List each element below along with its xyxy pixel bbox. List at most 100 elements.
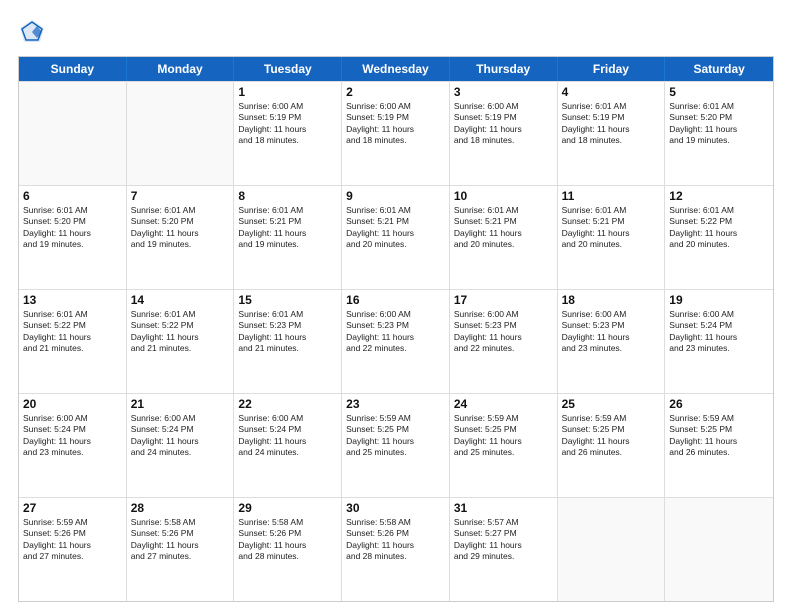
- day-info: Sunrise: 6:00 AM Sunset: 5:23 PM Dayligh…: [562, 309, 661, 355]
- day-info: Sunrise: 6:01 AM Sunset: 5:20 PM Dayligh…: [669, 101, 769, 147]
- day-number: 25: [562, 397, 661, 411]
- day-info: Sunrise: 6:01 AM Sunset: 5:22 PM Dayligh…: [131, 309, 230, 355]
- day-number: 29: [238, 501, 337, 515]
- calendar-cell: 18Sunrise: 6:00 AM Sunset: 5:23 PM Dayli…: [558, 290, 666, 393]
- day-number: 19: [669, 293, 769, 307]
- calendar-cell: 19 Sunrise: 6:00 AM Sunset: 5:24 PM Dayli…: [665, 290, 773, 393]
- weekday-header: Saturday: [665, 57, 773, 81]
- calendar-cell: 26 Sunrise: 5:59 AM Sunset: 5:25 PM Dayli…: [665, 394, 773, 497]
- calendar-cell: 31Sunrise: 5:57 AM Sunset: 5:27 PM Dayli…: [450, 498, 558, 601]
- day-number: 28: [131, 501, 230, 515]
- day-number: 15: [238, 293, 337, 307]
- calendar-cell: 5 Sunrise: 6:01 AM Sunset: 5:20 PM Daylig…: [665, 82, 773, 185]
- calendar-cell: 12Sunrise: 6:01 AM Sunset: 5:22 PM Dayli…: [665, 186, 773, 289]
- day-info: Sunrise: 6:01 AM Sunset: 5:22 PM Dayligh…: [23, 309, 122, 355]
- calendar-cell: 21 Sunrise: 6:00 AM Sunset: 5:24 PM Dayli…: [127, 394, 235, 497]
- logo-icon: [18, 18, 46, 46]
- calendar-cell: 4Sunrise: 6:01 AM Sunset: 5:19 PM Daylig…: [558, 82, 666, 185]
- calendar-cell: 17Sunrise: 6:00 AM Sunset: 5:23 PM Dayli…: [450, 290, 558, 393]
- day-info: Sunrise: 6:01 AM Sunset: 5:21 PM Dayligh…: [238, 205, 337, 251]
- calendar-cell: 7 Sunrise: 6:01 AM Sunset: 5:20 PM Daylig…: [127, 186, 235, 289]
- day-number: 22: [238, 397, 337, 411]
- weekday-header: Thursday: [450, 57, 558, 81]
- weekday-header: Monday: [127, 57, 235, 81]
- day-number: 31: [454, 501, 553, 515]
- day-number: 8: [238, 189, 337, 203]
- calendar-week: 1 Sunrise: 6:00 AM Sunset: 5:19 PM Daylig…: [19, 81, 773, 185]
- day-number: 6: [23, 189, 122, 203]
- day-info: Sunrise: 5:59 AM Sunset: 5:25 PM Dayligh…: [562, 413, 661, 459]
- day-info: Sunrise: 6:00 AM Sunset: 5:19 PM Dayligh…: [454, 101, 553, 147]
- day-number: 3: [454, 85, 553, 99]
- day-info: Sunrise: 6:01 AM Sunset: 5:20 PM Dayligh…: [131, 205, 230, 251]
- day-number: 9: [346, 189, 445, 203]
- calendar-week: 20 Sunrise: 6:00 AM Sunset: 5:24 PM Dayli…: [19, 393, 773, 497]
- day-info: Sunrise: 6:01 AM Sunset: 5:21 PM Dayligh…: [346, 205, 445, 251]
- calendar-cell: [19, 82, 127, 185]
- day-number: 17: [454, 293, 553, 307]
- day-number: 14: [131, 293, 230, 307]
- day-number: 26: [669, 397, 769, 411]
- calendar-cell: 11 Sunrise: 6:01 AM Sunset: 5:21 PM Dayli…: [558, 186, 666, 289]
- calendar-week: 6 Sunrise: 6:01 AM Sunset: 5:20 PM Daylig…: [19, 185, 773, 289]
- calendar-cell: 3 Sunrise: 6:00 AM Sunset: 5:19 PM Daylig…: [450, 82, 558, 185]
- calendar-cell: [127, 82, 235, 185]
- day-info: Sunrise: 5:59 AM Sunset: 5:26 PM Dayligh…: [23, 517, 122, 563]
- calendar: SundayMondayTuesdayWednesdayThursdayFrid…: [18, 56, 774, 602]
- day-info: Sunrise: 6:00 AM Sunset: 5:24 PM Dayligh…: [238, 413, 337, 459]
- day-number: 5: [669, 85, 769, 99]
- day-info: Sunrise: 5:58 AM Sunset: 5:26 PM Dayligh…: [238, 517, 337, 563]
- calendar-cell: 30Sunrise: 5:58 AM Sunset: 5:26 PM Dayli…: [342, 498, 450, 601]
- calendar-cell: 22 Sunrise: 6:00 AM Sunset: 5:24 PM Dayli…: [234, 394, 342, 497]
- calendar-cell: 9 Sunrise: 6:01 AM Sunset: 5:21 PM Daylig…: [342, 186, 450, 289]
- day-info: Sunrise: 6:00 AM Sunset: 5:24 PM Dayligh…: [23, 413, 122, 459]
- weekday-header: Sunday: [19, 57, 127, 81]
- day-number: 12: [669, 189, 769, 203]
- day-number: 10: [454, 189, 553, 203]
- calendar-cell: 1 Sunrise: 6:00 AM Sunset: 5:19 PM Daylig…: [234, 82, 342, 185]
- calendar-cell: 27 Sunrise: 5:59 AM Sunset: 5:26 PM Dayli…: [19, 498, 127, 601]
- day-info: Sunrise: 5:59 AM Sunset: 5:25 PM Dayligh…: [454, 413, 553, 459]
- day-info: Sunrise: 6:00 AM Sunset: 5:24 PM Dayligh…: [131, 413, 230, 459]
- calendar-header-row: SundayMondayTuesdayWednesdayThursdayFrid…: [19, 57, 773, 81]
- day-info: Sunrise: 6:00 AM Sunset: 5:19 PM Dayligh…: [238, 101, 337, 147]
- day-info: Sunrise: 6:00 AM Sunset: 5:24 PM Dayligh…: [669, 309, 769, 355]
- day-number: 23: [346, 397, 445, 411]
- calendar-cell: 23 Sunrise: 5:59 AM Sunset: 5:25 PM Dayli…: [342, 394, 450, 497]
- calendar-cell: 10Sunrise: 6:01 AM Sunset: 5:21 PM Dayli…: [450, 186, 558, 289]
- day-number: 30: [346, 501, 445, 515]
- day-number: 13: [23, 293, 122, 307]
- header: [18, 18, 774, 46]
- day-number: 16: [346, 293, 445, 307]
- logo: [18, 18, 50, 46]
- day-info: Sunrise: 6:01 AM Sunset: 5:19 PM Dayligh…: [562, 101, 661, 147]
- calendar-cell: [665, 498, 773, 601]
- calendar-cell: 6 Sunrise: 6:01 AM Sunset: 5:20 PM Daylig…: [19, 186, 127, 289]
- calendar-cell: 15 Sunrise: 6:01 AM Sunset: 5:23 PM Dayli…: [234, 290, 342, 393]
- day-number: 1: [238, 85, 337, 99]
- day-number: 7: [131, 189, 230, 203]
- calendar-cell: [558, 498, 666, 601]
- calendar-cell: 8 Sunrise: 6:01 AM Sunset: 5:21 PM Daylig…: [234, 186, 342, 289]
- calendar-week: 27 Sunrise: 5:59 AM Sunset: 5:26 PM Dayli…: [19, 497, 773, 601]
- day-info: Sunrise: 5:59 AM Sunset: 5:25 PM Dayligh…: [669, 413, 769, 459]
- calendar-cell: 2Sunrise: 6:00 AM Sunset: 5:19 PM Daylig…: [342, 82, 450, 185]
- day-number: 24: [454, 397, 553, 411]
- day-number: 21: [131, 397, 230, 411]
- calendar-cell: 20 Sunrise: 6:00 AM Sunset: 5:24 PM Dayli…: [19, 394, 127, 497]
- calendar-week: 13 Sunrise: 6:01 AM Sunset: 5:22 PM Dayli…: [19, 289, 773, 393]
- day-number: 11: [562, 189, 661, 203]
- calendar-cell: 24 Sunrise: 5:59 AM Sunset: 5:25 PM Dayli…: [450, 394, 558, 497]
- calendar-cell: 29 Sunrise: 5:58 AM Sunset: 5:26 PM Dayli…: [234, 498, 342, 601]
- day-info: Sunrise: 6:01 AM Sunset: 5:20 PM Dayligh…: [23, 205, 122, 251]
- calendar-body: 1 Sunrise: 6:00 AM Sunset: 5:19 PM Daylig…: [19, 81, 773, 601]
- day-info: Sunrise: 5:59 AM Sunset: 5:25 PM Dayligh…: [346, 413, 445, 459]
- calendar-cell: 13 Sunrise: 6:01 AM Sunset: 5:22 PM Dayli…: [19, 290, 127, 393]
- weekday-header: Wednesday: [342, 57, 450, 81]
- day-info: Sunrise: 6:01 AM Sunset: 5:23 PM Dayligh…: [238, 309, 337, 355]
- day-number: 20: [23, 397, 122, 411]
- page: SundayMondayTuesdayWednesdayThursdayFrid…: [0, 0, 792, 612]
- day-info: Sunrise: 6:01 AM Sunset: 5:21 PM Dayligh…: [562, 205, 661, 251]
- day-number: 2: [346, 85, 445, 99]
- day-number: 27: [23, 501, 122, 515]
